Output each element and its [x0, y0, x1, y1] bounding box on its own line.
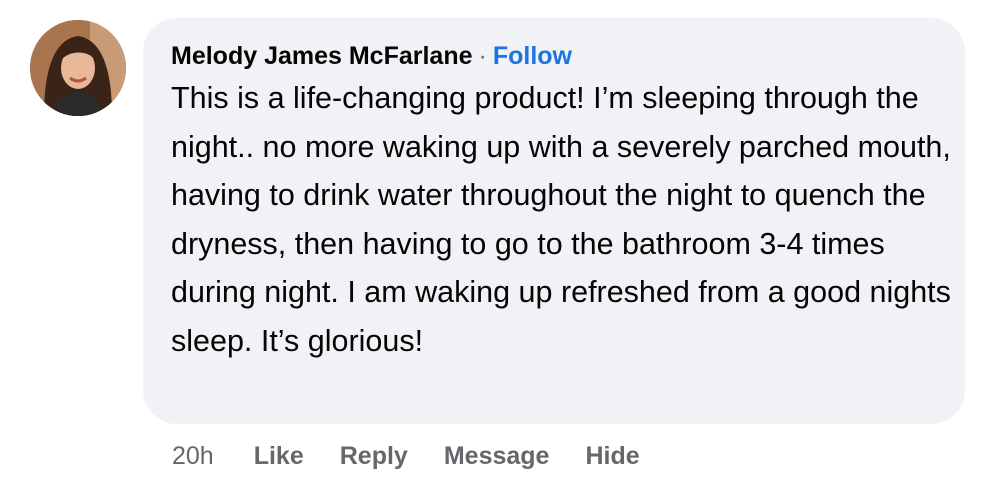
like-button[interactable]: Like [254, 440, 304, 472]
comment-text: This is a life-changing product! I’m sle… [171, 81, 951, 358]
avatar[interactable] [30, 20, 126, 116]
avatar-photo [30, 20, 126, 116]
author-name[interactable]: Melody James McFarlane [171, 42, 473, 70]
timestamp[interactable]: 20h [172, 440, 214, 472]
follow-button[interactable]: Follow [493, 42, 572, 70]
comment-bubble: Melody James McFarlane · Follow This is a … [143, 18, 965, 424]
comment: Melody James McFarlane · Follow This is a … [0, 0, 1000, 477]
comment-actions: 20h Like Reply Message Hide [172, 440, 676, 472]
separator-dot: · [478, 42, 487, 70]
hide-button[interactable]: Hide [585, 440, 639, 472]
message-button[interactable]: Message [444, 440, 550, 472]
comment-header: Melody James McFarlane · Follow [171, 40, 937, 72]
reply-button[interactable]: Reply [340, 440, 408, 472]
